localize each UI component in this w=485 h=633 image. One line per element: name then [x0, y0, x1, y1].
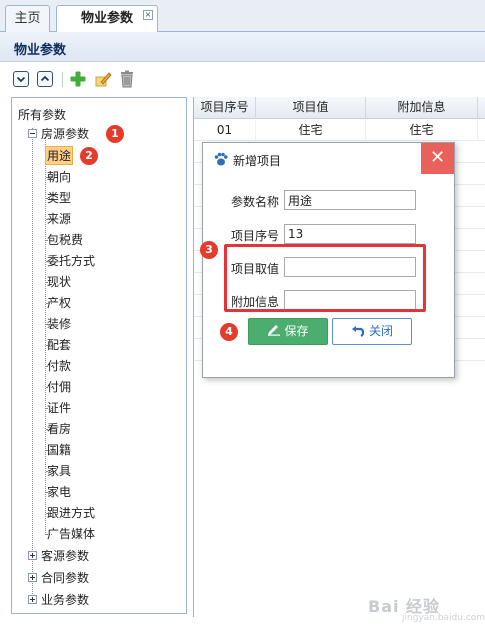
watermark-url: jingyan.baidu.com: [402, 613, 485, 623]
column-header[interactable]: 项目序号: [194, 97, 256, 119]
cell-no: 01: [194, 120, 256, 141]
paw-icon: [214, 152, 228, 166]
chevron-down-icon: [16, 76, 26, 83]
expand-toggle-icon[interactable]: [28, 573, 37, 582]
panel-header: 物业参数: [0, 32, 485, 62]
tree-item[interactable]: 家具: [47, 462, 71, 479]
tree-item[interactable]: 委托方式: [47, 252, 95, 269]
highlight-box: [224, 244, 426, 312]
tree-item[interactable]: 国籍: [47, 441, 71, 458]
cell-value: 住宅: [256, 120, 366, 141]
save-button[interactable]: 保存: [248, 318, 328, 345]
tree-item[interactable]: 朝向: [47, 168, 71, 185]
edit-button[interactable]: [94, 70, 112, 88]
cell-extra: 住宅: [366, 120, 478, 141]
collapse-all-button[interactable]: [37, 71, 53, 87]
delete-button[interactable]: [119, 70, 135, 88]
dialog-header: 新增项目 ✕: [203, 143, 454, 175]
tree-item[interactable]: 家电: [47, 483, 71, 500]
toolbar: [0, 62, 485, 94]
param-name-field[interactable]: [284, 190, 416, 210]
trash-icon: [121, 70, 133, 88]
save-label: 保存: [284, 324, 309, 338]
tab-property-params-label: 物业参数: [80, 11, 133, 26]
chevron-up-icon: [40, 75, 50, 82]
watermark: Bai 经验 jingyan.baidu.com: [368, 585, 485, 627]
edit-pencil-icon: [95, 72, 112, 87]
close-label: 关闭: [368, 324, 393, 338]
tree-item[interactable]: 看房: [47, 420, 71, 437]
step-badge: 3: [200, 241, 218, 259]
pencil-icon: [268, 325, 281, 336]
tree-item-usage[interactable]: 用途: [45, 146, 74, 165]
panel-title: 物业参数: [14, 43, 67, 58]
tree-item[interactable]: 广告媒体: [47, 525, 95, 542]
close-button[interactable]: 关闭: [332, 318, 412, 345]
expand-toggle-icon[interactable]: [28, 595, 37, 604]
grid-header: 项目序号 项目值 附加信息: [194, 97, 485, 119]
tree-item[interactable]: 付款: [47, 357, 71, 374]
collapse-toggle-icon[interactable]: [28, 129, 37, 138]
column-header[interactable]: 附加信息: [366, 97, 478, 119]
column-header[interactable]: 项目值: [256, 97, 366, 119]
expand-all-button[interactable]: [13, 71, 29, 87]
tree-group-business[interactable]: 业务参数: [41, 591, 89, 608]
tree-item[interactable]: 装修: [47, 315, 71, 332]
tree-item[interactable]: 来源: [47, 210, 71, 227]
tree-group-contract[interactable]: 合同参数: [41, 569, 89, 586]
param-name-label: 参数名称: [231, 195, 280, 209]
tree-item[interactable]: 现状: [47, 273, 71, 290]
undo-icon: [351, 326, 365, 337]
tree-item[interactable]: 付佣: [47, 378, 71, 395]
param-tree: 所有参数 房源参数 用途 朝向 类型 来源 包税费 委托方式 现状 产权 装修 …: [11, 97, 187, 614]
step-badge: 4: [220, 323, 238, 341]
tree-item[interactable]: 类型: [47, 189, 71, 206]
tree-group-house[interactable]: 房源参数: [41, 125, 89, 142]
toolbar-separator: [62, 72, 63, 87]
tab-property-params[interactable]: 物业参数 ×: [56, 5, 158, 33]
tree-item[interactable]: 包税费: [47, 231, 83, 248]
item-no-field[interactable]: [284, 224, 416, 244]
tree-item[interactable]: 跟进方式: [47, 504, 95, 521]
tree-item[interactable]: 证件: [47, 399, 71, 416]
tree-group-customer[interactable]: 客源参数: [41, 547, 89, 564]
tab-home[interactable]: 主页: [5, 5, 50, 32]
tab-close-icon[interactable]: ×: [143, 10, 153, 20]
tree-connector: [32, 128, 33, 600]
step-badge: 1: [106, 125, 124, 143]
step-badge: 2: [80, 147, 98, 165]
item-no-label: 项目序号: [231, 229, 280, 243]
dialog-close-icon[interactable]: ✕: [421, 143, 454, 174]
add-button[interactable]: [69, 70, 87, 88]
plus-icon: [70, 71, 86, 87]
tree-root[interactable]: 所有参数: [18, 106, 66, 123]
expand-toggle-icon[interactable]: [28, 551, 37, 560]
tree-item[interactable]: 产权: [47, 294, 71, 311]
tree-item[interactable]: 配套: [47, 336, 71, 353]
tab-bar: 主页 物业参数 ×: [0, 0, 485, 33]
dialog-title: 新增项目: [233, 154, 282, 168]
table-row[interactable]: 01 住宅 住宅: [194, 120, 485, 141]
tab-home-label: 主页: [14, 11, 41, 26]
